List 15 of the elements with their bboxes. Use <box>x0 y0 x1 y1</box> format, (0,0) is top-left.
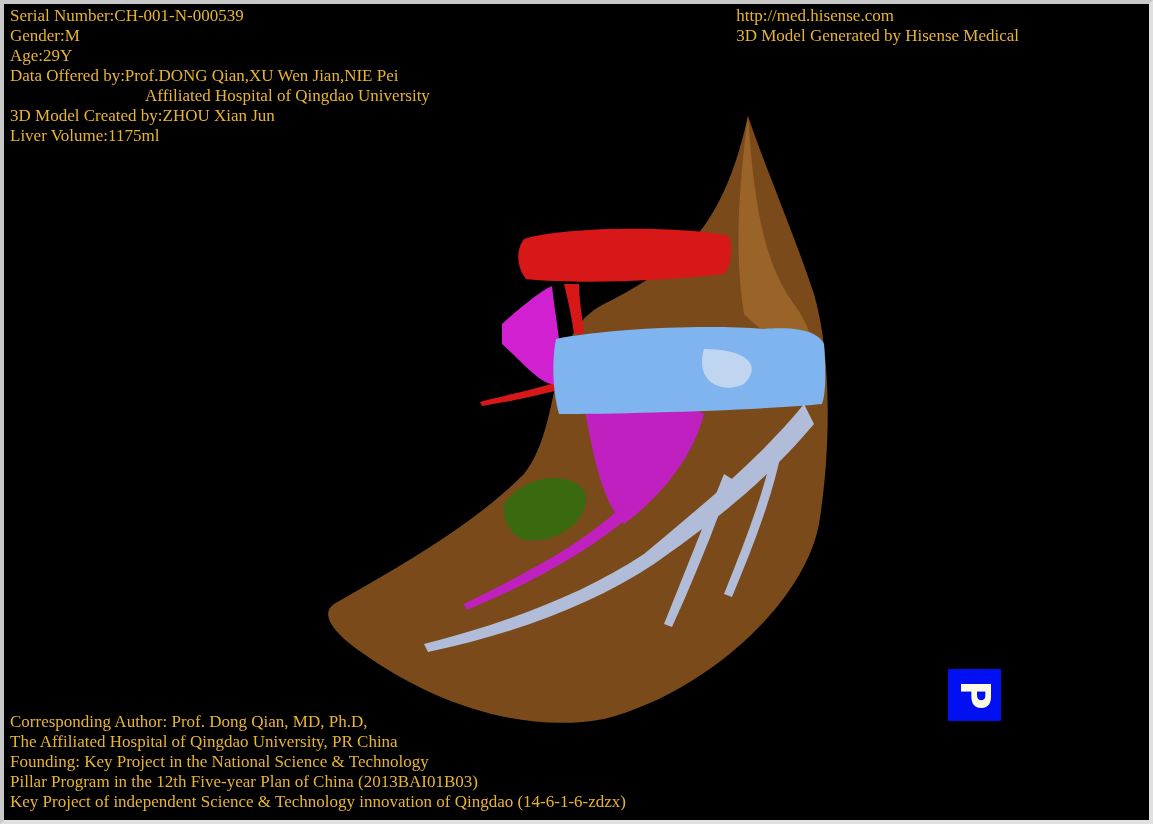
info-text: http://med.hisense.com <box>736 6 895 26</box>
info-text: 3D Model Generated by Hisense Medical <box>736 26 1019 46</box>
info-text: Affiliated Hospital of Qingdao University <box>144 86 430 106</box>
info-text: Data Offered by:Prof.DONG Qian,XU Wen Jian,NIE Pei <box>10 66 400 86</box>
info-text: Key Project of independent Science & Technology innovation of Qingdao (14-6-1-6-zdzx) <box>10 792 627 812</box>
info-text: 3D Model Created by:ZHOU Xian Jun <box>10 106 276 126</box>
orientation-label: P <box>954 680 995 710</box>
info-text: Corresponding Author: Prof. Dong Qian, MD, Ph.D, <box>10 712 369 732</box>
info-text: Founding: Key Project in the National Science & Technology <box>10 752 430 772</box>
info-text: Pillar Program in the 12th Five-year Plan of China (2013BAI01B03) <box>10 772 479 792</box>
info-text: Serial Number:CH-001-N-000539 <box>10 6 245 26</box>
info-text: Liver Volume:1175ml <box>10 126 161 146</box>
info-text: Gender:M <box>10 26 81 46</box>
info-text: Age:29Y <box>10 46 74 66</box>
info-text: The Affiliated Hospital of Qingdao University, PR China <box>10 732 399 752</box>
